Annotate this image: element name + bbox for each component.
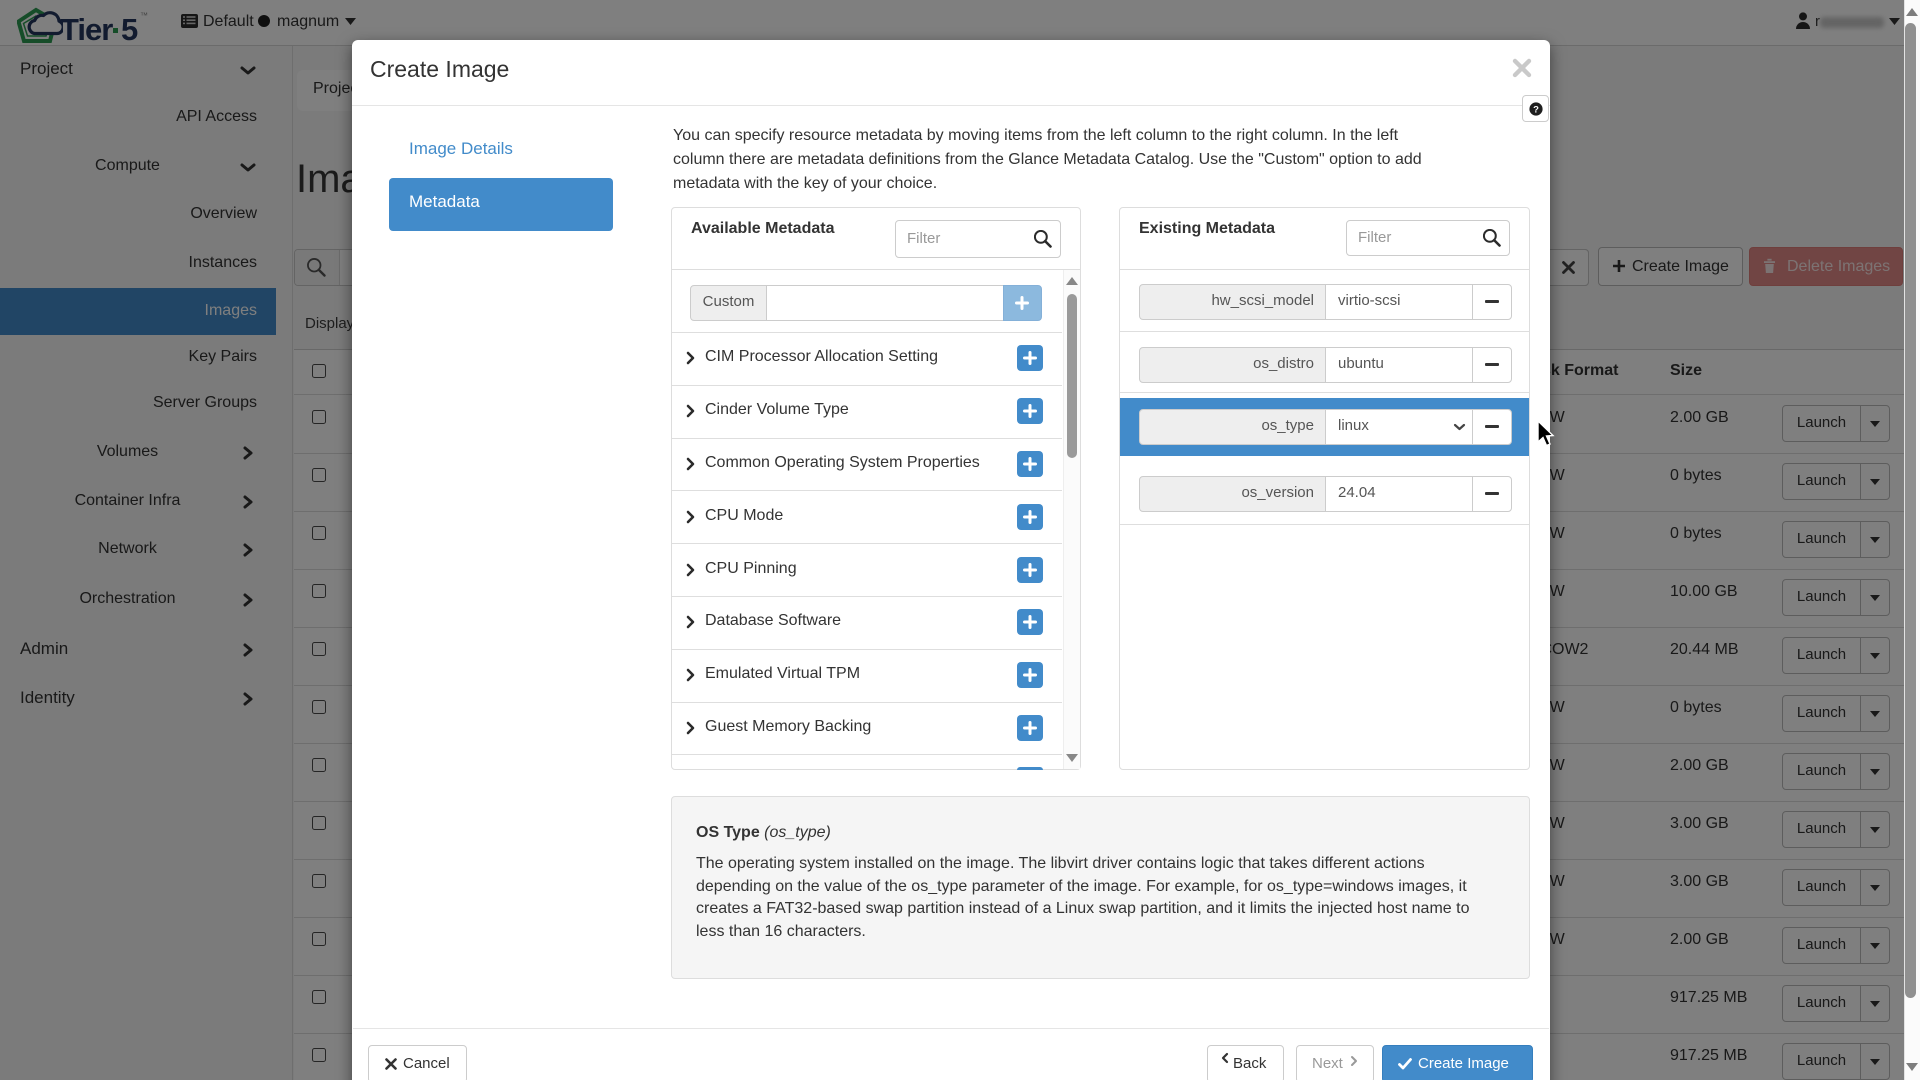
svg-text:?: ?: [1533, 104, 1539, 115]
